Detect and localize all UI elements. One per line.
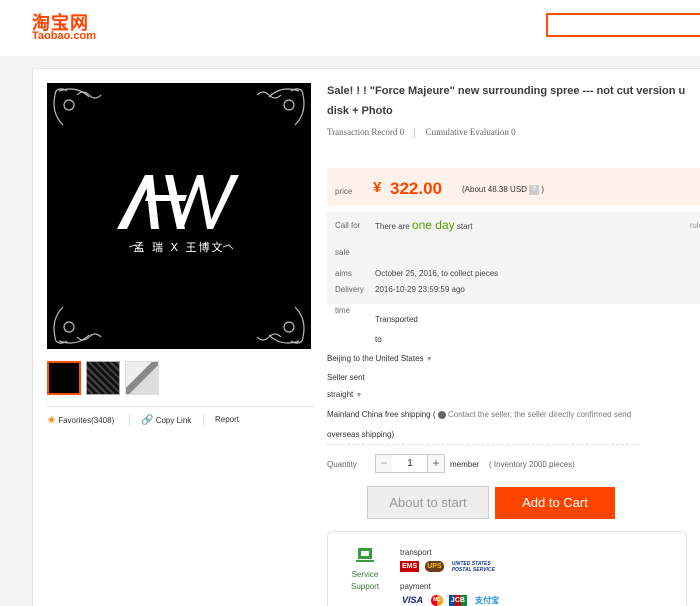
destination-value: the United States — [362, 354, 424, 363]
increase-button[interactable]: + — [427, 454, 445, 473]
chevron-down-icon: ▼ — [425, 356, 433, 363]
quantity-label: Quantity — [327, 460, 357, 469]
payment-logos: VISA MC JCB 支付宝 — [400, 594, 504, 606]
sale-label: sale — [335, 248, 350, 257]
service-support-panel: Service Support transport EMS UPS UNITED… — [327, 531, 687, 606]
straight-value: straight — [327, 390, 354, 399]
cover-artwork — [53, 88, 305, 344]
overseas-note: overseas shipping) — [327, 430, 395, 439]
usd-text: (About 48.38 USD — [462, 185, 527, 195]
ups-logo: UPS — [425, 560, 444, 572]
product-title: Sale! ! ! "Force Majeure" new surroundin… — [327, 85, 686, 117]
price-box: price ¥ 322.00 (About 48.38 USD ? ) — [327, 168, 700, 206]
straight-select[interactable]: straight ▼ — [327, 390, 362, 399]
transported-label: Transported — [375, 315, 418, 324]
copy-link-button[interactable]: 🔗 Copy Link — [141, 415, 191, 426]
link-icon: 🔗 — [141, 415, 154, 426]
contact-note: Contact the seller, the seller directly … — [447, 410, 632, 419]
ems-logo: EMS — [400, 560, 420, 572]
visa-logo: VISA — [402, 594, 424, 605]
aims-label: aims — [335, 269, 352, 278]
social-actions: ★ Favorites(3408) 🔗 Copy Link Report — [47, 406, 315, 432]
thumbnail-1[interactable] — [47, 361, 81, 395]
service-icon — [356, 548, 374, 562]
main-product-image[interactable]: 孟 瑞 X 王博文 — [47, 83, 311, 349]
service-label-2: Support — [350, 582, 380, 591]
star-icon: ★ — [47, 415, 56, 426]
copy-link-label: Copy Link — [155, 416, 192, 425]
delivery-label: Delivery — [335, 285, 364, 294]
start-countdown: There are one day start — [375, 218, 472, 232]
start-prefix: There are — [375, 222, 410, 231]
jcb-logo: JCB — [448, 594, 467, 606]
destination-select[interactable]: the United States ▼ — [362, 354, 433, 363]
product-card: 孟 瑞 X 王博文 ★ Favorites(3408) 🔗 Copy Link … — [32, 68, 700, 606]
quantity-unit: member — [450, 460, 480, 469]
cumulative-evaluation[interactable]: Cumulative Evaluation 0 — [426, 127, 516, 137]
thumbnail-3[interactable] — [125, 361, 159, 395]
aw-logo — [117, 175, 239, 229]
top-bar: 淘宝网 Taobao.com — [0, 0, 700, 56]
call-for-label: Call for — [335, 221, 361, 230]
price-amount: 322.00 — [390, 179, 442, 198]
thumbnail-2[interactable] — [86, 361, 120, 395]
inventory-note: ( Inventory 2000 pieces) — [489, 460, 575, 469]
help-icon[interactable]: ? — [529, 185, 540, 195]
usd-conversion: (About 48.38 USD ? ) — [462, 185, 544, 195]
service-label-1: Service — [351, 570, 379, 579]
about-to-start-button[interactable]: About to start — [367, 486, 489, 519]
promotion-panel: Call for There are one day start rule sa… — [327, 212, 700, 304]
currency-symbol: ¥ — [373, 179, 382, 196]
free-shipping-note: Mainland China free shipping ( Contact t… — [327, 410, 631, 419]
free-shipping-text: Mainland China free shipping ( — [327, 410, 436, 419]
transaction-record[interactable]: Transaction Record 0 — [327, 127, 404, 137]
favorites-label: Favorites(3408) — [58, 416, 115, 425]
divider — [327, 444, 639, 445]
cover-artist-text: 孟 瑞 X 王博文 — [133, 241, 225, 254]
divider — [203, 414, 204, 425]
alipay-logo: 支付宝 — [475, 595, 499, 605]
price-label: price — [335, 187, 353, 196]
info-icon — [437, 410, 446, 419]
start-highlight: one day — [411, 218, 455, 232]
shipping-route: Beijing to the United States ▼ — [327, 354, 433, 363]
time-label: time — [335, 306, 351, 315]
ship-from: Beijing to — [327, 354, 360, 363]
usd-close: ) — [541, 185, 545, 195]
transport-logos: EMS UPS UNITED STATES POSTAL SERVICE — [400, 560, 509, 573]
aims-value: October 25, 2016, to collect pieces — [375, 269, 499, 278]
favorites-button[interactable]: ★ Favorites(3408) — [47, 415, 114, 426]
seller-sent-label: Seller sent — [327, 373, 365, 382]
start-suffix: start — [456, 222, 473, 231]
product-stats: Transaction Record 0 Cumulative Evaluati… — [327, 127, 516, 138]
chevron-down-icon: ▼ — [355, 392, 363, 399]
decrease-button[interactable]: − — [375, 454, 393, 473]
divider — [129, 414, 130, 425]
service-support-label: Service Support — [342, 569, 388, 593]
quantity-stepper: − + — [375, 454, 445, 473]
transport-heading: transport — [400, 548, 432, 557]
search-input[interactable] — [546, 13, 700, 37]
usps-logo: UNITED STATES POSTAL SERVICE — [451, 560, 495, 573]
delivery-value: 2016-10-29 23:59:59 ago — [375, 285, 465, 294]
rule-link[interactable]: rule — [690, 221, 700, 230]
payment-heading: payment — [400, 582, 431, 591]
divider — [414, 127, 416, 138]
taobao-logo-en[interactable]: Taobao.com — [32, 30, 96, 42]
add-to-cart-button[interactable]: Add to Cart — [495, 487, 615, 519]
quantity-input[interactable] — [392, 454, 428, 473]
to-label: to — [375, 335, 382, 344]
report-link[interactable]: Report — [215, 415, 239, 424]
mastercard-logo: MC — [431, 594, 443, 606]
